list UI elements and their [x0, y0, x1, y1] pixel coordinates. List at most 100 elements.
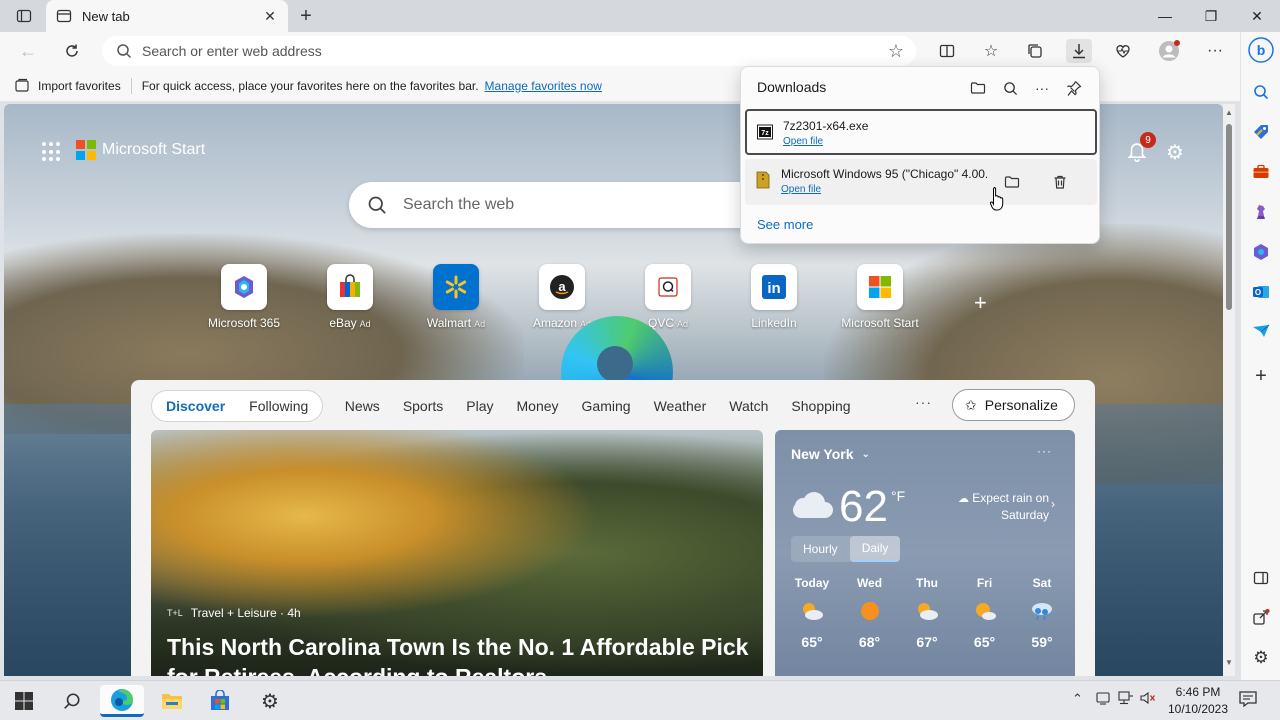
close-window-button[interactable]: ✕	[1234, 0, 1280, 32]
linkedin-icon: in	[751, 264, 797, 310]
weather-card[interactable]: New York ⌄ ··· 62 °F ☁ Expect rain on Sa…	[775, 430, 1075, 676]
sidebar-microsoft365-button[interactable]	[1247, 238, 1275, 266]
quick-link-microsoft-start[interactable]: Microsoft Start	[830, 264, 930, 330]
start-button[interactable]	[2, 685, 46, 717]
downloads-button[interactable]	[1066, 39, 1092, 63]
app-launcher-icon[interactable]	[42, 142, 62, 162]
refresh-button[interactable]	[58, 37, 86, 65]
network-drive-icon[interactable]	[1096, 691, 1110, 708]
tab-following[interactable]: Following	[237, 391, 320, 421]
add-quick-link-icon[interactable]: +	[974, 290, 987, 316]
see-more-link[interactable]: See more	[757, 217, 813, 232]
download-item[interactable]: Microsoft Windows 95 ("Chicago" 4.00. Op…	[745, 159, 1097, 205]
tab-weather[interactable]: Weather	[642, 391, 718, 421]
show-in-folder-button[interactable]	[1001, 171, 1023, 193]
chevron-right-icon[interactable]: ›	[1051, 497, 1055, 511]
download-item[interactable]: 7z 7z2301-x64.exe Open file	[745, 109, 1097, 155]
sidebar-settings-gear-icon[interactable]: ⚙	[1247, 644, 1275, 672]
favorites-button[interactable]: ☆	[978, 39, 1004, 63]
tab-close-icon[interactable]: ✕	[262, 8, 278, 24]
tab-gaming[interactable]: Gaming	[570, 391, 642, 421]
weather-location[interactable]: New York ⌄	[791, 446, 870, 462]
page-settings-gear-icon[interactable]: ⚙	[1166, 140, 1184, 165]
toggle-hourly[interactable]: Hourly	[791, 536, 850, 562]
temperature-unit[interactable]: °F	[891, 488, 905, 504]
show-hidden-icons[interactable]: ⌃	[1072, 691, 1083, 707]
forecast-day[interactable]: Fri 65°	[962, 576, 1008, 650]
minimize-button[interactable]: —	[1142, 0, 1188, 32]
sidebar-external-button[interactable]	[1247, 604, 1275, 632]
quick-link-linkedin[interactable]: in LinkedIn	[724, 264, 824, 330]
tab-discover[interactable]: Discover	[154, 391, 237, 421]
sidebar-add-button[interactable]: +	[1247, 362, 1275, 390]
sidebar-search-button[interactable]	[1247, 78, 1275, 106]
bing-copilot-button[interactable]: b	[1247, 36, 1275, 64]
taskbar-edge-button[interactable]	[100, 685, 144, 717]
quick-link-walmart[interactable]: Walmart Ad	[406, 264, 506, 330]
tab-play[interactable]: Play	[455, 391, 505, 421]
sidebar-games-button[interactable]	[1247, 198, 1275, 226]
address-input[interactable]	[142, 43, 842, 59]
favorite-star-icon[interactable]: ☆	[888, 41, 904, 62]
tab-title: New tab	[82, 8, 130, 24]
taskbar-search-button[interactable]	[50, 685, 94, 717]
taskbar-store-button[interactable]	[198, 685, 242, 717]
browser-essentials-button[interactable]	[1110, 39, 1136, 63]
restore-button[interactable]: ❐	[1188, 0, 1234, 32]
taskbar-settings-button[interactable]: ⚙	[248, 685, 292, 717]
forecast-day[interactable]: Wed 68°	[847, 576, 893, 650]
toggle-daily[interactable]: Daily	[849, 536, 901, 562]
sidebar-split-button[interactable]	[1247, 564, 1275, 592]
taskbar-file-explorer-button[interactable]	[150, 685, 194, 717]
scroll-up-icon[interactable]: ▲	[1225, 108, 1233, 117]
weather-more-icon[interactable]: ···	[1037, 444, 1052, 458]
forecast-note[interactable]: ☁ Expect rain on Saturday	[945, 490, 1049, 523]
network-icon[interactable]	[1118, 691, 1134, 708]
scrollbar-thumb[interactable]	[1226, 124, 1232, 310]
sidebar-shopping-button[interactable]	[1247, 118, 1275, 146]
back-button[interactable]: ←	[14, 37, 42, 65]
tab-money[interactable]: Money	[505, 391, 570, 421]
sidebar-tools-button[interactable]	[1247, 158, 1275, 186]
microsoft-start-brand[interactable]: Microsoft Start	[76, 140, 205, 160]
hero-article[interactable]: T+L Travel + Leisure · 4h This North Car…	[151, 430, 763, 676]
collections-button[interactable]	[1022, 39, 1048, 63]
manage-favorites-link[interactable]: Manage favorites now	[485, 79, 602, 93]
sidebar-outlook-button[interactable]: O	[1247, 278, 1275, 306]
pin-downloads-button[interactable]	[1063, 77, 1085, 99]
open-downloads-folder-button[interactable]	[967, 77, 989, 99]
tab-news[interactable]: News	[333, 391, 391, 421]
new-tab-button[interactable]: +	[294, 4, 318, 28]
quick-link-ebay[interactable]: eBay Ad	[300, 264, 400, 330]
page-scrollbar[interactable]: ▲ ▼	[1223, 104, 1235, 676]
scroll-down-icon[interactable]: ▼	[1225, 658, 1233, 667]
tab-new-tab[interactable]: New tab ✕	[46, 0, 288, 32]
delete-download-button[interactable]	[1049, 171, 1071, 193]
article-headline[interactable]: This North Carolina Town Is the No. 1 Af…	[167, 632, 757, 676]
forecast-day[interactable]: Sat 59°	[1019, 576, 1065, 650]
notification-center-button[interactable]	[1238, 690, 1258, 711]
web-search-box[interactable]: Search the web	[349, 182, 769, 228]
forecast-day[interactable]: Today 65°	[789, 576, 835, 650]
tab-sports[interactable]: Sports	[391, 391, 454, 421]
forecast-day[interactable]: Thu 67°	[904, 576, 950, 650]
downloads-more-options-button[interactable]: ···	[1031, 77, 1053, 99]
open-file-link[interactable]: Open file	[781, 184, 821, 195]
notifications-button[interactable]: 9	[1126, 132, 1156, 164]
search-downloads-button[interactable]	[999, 77, 1021, 99]
quick-link-microsoft-365[interactable]: Microsoft 365	[194, 264, 294, 330]
volume-muted-icon[interactable]	[1140, 691, 1156, 708]
profile-button[interactable]	[1156, 39, 1182, 63]
open-file-link[interactable]: Open file	[783, 136, 823, 147]
feed-more-button[interactable]: ···	[915, 394, 932, 410]
personalize-button[interactable]: ✩ Personalize	[952, 389, 1075, 421]
settings-and-more-button[interactable]: ···	[1202, 39, 1228, 63]
system-clock[interactable]: 6:46 PM 10/10/2023	[1160, 684, 1236, 718]
address-bar[interactable]: ☆	[102, 36, 916, 66]
tab-actions-button[interactable]	[10, 4, 38, 28]
tab-shopping[interactable]: Shopping	[780, 391, 862, 421]
import-favorites-button[interactable]: Import favorites	[14, 78, 121, 94]
sidebar-drop-button[interactable]	[1247, 318, 1275, 346]
tab-watch[interactable]: Watch	[718, 391, 780, 421]
split-screen-button[interactable]	[934, 39, 960, 63]
